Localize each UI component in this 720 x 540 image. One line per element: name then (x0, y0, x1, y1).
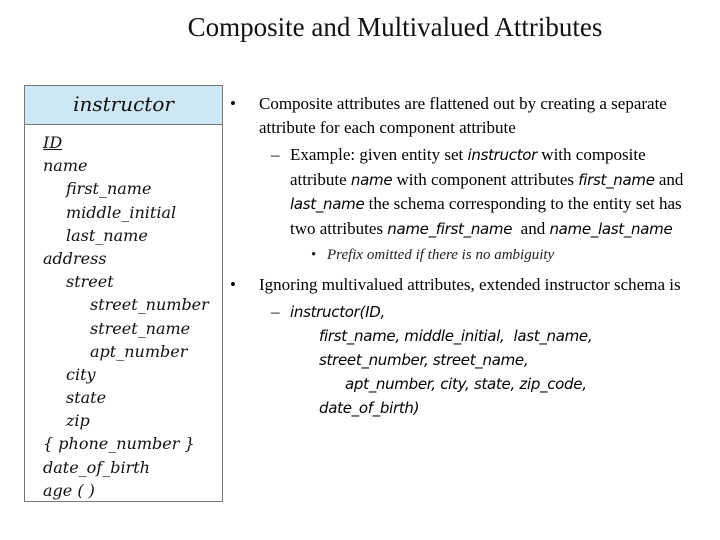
attribute-label: street_number (90, 295, 209, 315)
attribute-label: { phone_number } (43, 434, 195, 454)
entity-attribute: city (25, 363, 222, 386)
schema-line: street_number, street_name, (319, 351, 529, 369)
bullet-mark: • (230, 94, 236, 113)
dash-mark: – (271, 145, 280, 164)
text-run: and (654, 169, 684, 189)
text-run: Example: given entity set (290, 145, 468, 164)
entity-attribute: name (25, 154, 222, 177)
attribute-label: date_of_birth (43, 457, 150, 477)
prefix-note: Prefix omitted if there is no ambiguity (327, 247, 555, 263)
entity-name: instructor (25, 86, 222, 125)
primary-key-label: ID (43, 133, 63, 152)
bullet-text: Composite attributes are flattened out b… (259, 94, 667, 137)
entity-attribute: street_number (25, 293, 222, 316)
attribute-label: last_name (66, 225, 148, 245)
entity-attribute: date_of_birth (25, 456, 222, 479)
example-text: Example: given entity set instructor wit… (290, 145, 683, 238)
attribute-label: age ( ) (43, 480, 95, 500)
entity-attribute: last_name (25, 224, 222, 247)
entity-attribute: age ( ) (25, 479, 222, 502)
attribute-label: street_name (90, 318, 191, 338)
italic-term: instructor (467, 146, 538, 164)
attribute-label: apt_number (90, 341, 188, 361)
bullet-mark: • (230, 274, 236, 294)
entity-attribute: apt_number (25, 340, 222, 363)
sub-bullet-schema: – instructor(ID, first_name, middle_init… (228, 300, 698, 420)
text-run: with component attributes (392, 169, 579, 189)
sub-bullet-example: – Example: given entity set instructor w… (228, 143, 698, 241)
slide-title: Composite and Multivalued Attributes (187, 12, 603, 42)
schema-line: date_of_birth) (319, 399, 420, 417)
sub-sub-bullet-prefix: • Prefix omitted if there is no ambiguit… (228, 244, 698, 268)
entity-attribute: middle_initial (25, 201, 222, 224)
schema-line: apt_number, city, state, zip_code, (345, 375, 587, 393)
schema-line: instructor(ID, (290, 303, 385, 321)
bullet-text: Ignoring multivalued attributes, extende… (259, 274, 681, 294)
bullet-composite: • Composite attributes are flattened out… (228, 92, 698, 139)
entity-attribute: { phone_number } (25, 432, 222, 455)
attribute-label: first_name (66, 179, 152, 199)
entity-attribute: zip (25, 409, 222, 432)
entity-attribute: address (25, 247, 222, 270)
entity-box-instructor: instructor ID name first_name middle_initia… (24, 85, 223, 502)
dash-mark: – (271, 302, 280, 321)
attribute-label: street (66, 272, 114, 292)
entity-attribute: first_name (25, 177, 222, 200)
bullet-content: • Composite attributes are flattened out… (228, 92, 698, 420)
italic-term: first_name (578, 170, 655, 189)
entity-attribute: street_name (25, 317, 222, 340)
attribute-label: zip (66, 411, 90, 431)
italic-term: name (350, 170, 393, 189)
attribute-label: address (43, 248, 107, 268)
italic-term: name_first_name (387, 219, 513, 238)
attribute-label: name (43, 156, 88, 176)
attribute-label: state (66, 388, 107, 408)
entity-attribute: street (25, 270, 222, 293)
text-run: and (512, 218, 550, 238)
italic-term: name_last_name (549, 219, 673, 238)
bullet-mark: • (311, 247, 317, 263)
attribute-label: city (66, 364, 96, 384)
schema-line: first_name, middle_initial, last_name, (319, 327, 593, 345)
bullet-multivalued: • Ignoring multivalued attributes, exten… (228, 273, 698, 297)
entity-attribute: ID (25, 131, 222, 154)
attribute-list: ID name first_name middle_initial last_namea… (25, 125, 222, 502)
attribute-label: middle_initial (66, 202, 177, 222)
italic-term: last_name (290, 195, 365, 213)
entity-attribute: state (25, 386, 222, 409)
